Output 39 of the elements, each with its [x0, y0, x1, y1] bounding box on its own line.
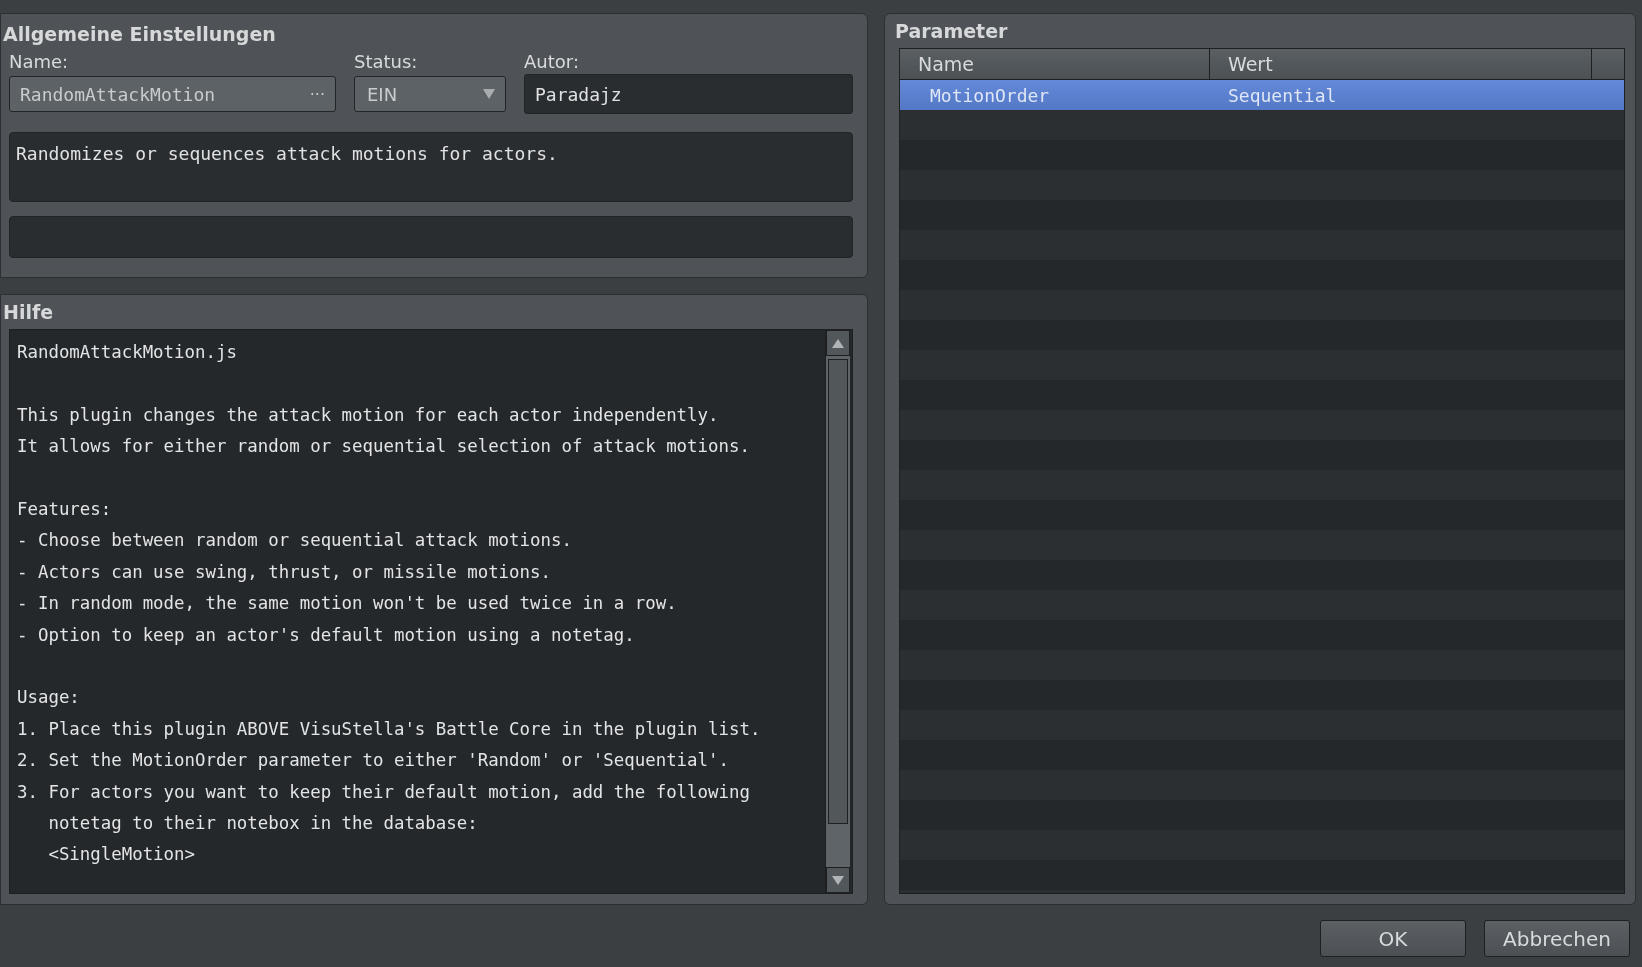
panel-title: Hilfe [2, 301, 55, 325]
panel-title: Allgemeine Einstellungen [2, 23, 277, 47]
description-field[interactable]: Randomizes or sequences attack motions for actors. [9, 132, 853, 202]
table-cell-text: MotionOrder [929, 84, 1051, 106]
help-text-line: 2. Set the MotionOrder parameter to either 'Random' or 'Sequential'. [17, 749, 729, 773]
column-header[interactable]: Wert [1210, 49, 1592, 79]
help-text-line: - Choose between random or sequential attack motions. [17, 529, 572, 553]
ok-button[interactable]: OK [1320, 920, 1466, 957]
cancel-button[interactable]: Abbrechen [1484, 920, 1630, 957]
dropdown-caret-icon [483, 89, 495, 99]
help-text-line: <SingleMotion> [47, 843, 195, 867]
scroll-up-button[interactable] [826, 330, 850, 356]
status-dropdown[interactable]: EIN [354, 76, 506, 112]
help-text-line: 1. Place this plugin ABOVE VisuStella's Battle Core in the plugin list. [17, 717, 761, 741]
down-triangle-icon [832, 875, 844, 885]
field-label: Name: [9, 51, 70, 72]
field-label: Status: [354, 51, 419, 72]
panel-title: Parameter [894, 20, 1009, 44]
help-text-line: - Actors can use swing, thrust, or missile motions. [17, 560, 551, 584]
field-label: Autor: [524, 51, 580, 72]
help-text-line: notetag to their notebox in the database: [47, 812, 478, 836]
table-cell-text: Sequential [1227, 84, 1337, 106]
column-header[interactable]: Name [900, 49, 1210, 79]
help-text-line: This plugin changes the attack motion for each actor independently. [17, 403, 719, 427]
scrollbar-thumb[interactable] [828, 359, 848, 824]
up-triangle-icon [832, 338, 844, 348]
help-text-line: Usage: [17, 686, 80, 710]
name-field[interactable]: RandomAttackMotion ··· [9, 76, 336, 112]
help-text-line: Features: [17, 498, 112, 521]
scroll-down-button[interactable] [826, 867, 850, 893]
help-text-line: It allows for either random or sequential selection of attack motions. [17, 435, 750, 459]
author-field[interactable]: Paradajz [524, 74, 853, 114]
browse-button[interactable]: ··· [309, 84, 325, 104]
text-field[interactable] [9, 216, 853, 258]
help-text-line: - In random mode, the same motion won't be used twice in a row. [17, 592, 677, 616]
help-text-line: RandomAttackMotion.js [17, 341, 237, 364]
help-text-line: - Option to keep an actor's default motion using a notetag. [17, 623, 635, 647]
help-text-line: 3. For actors you want to keep their default motion, add the following [17, 780, 750, 804]
parameter-row[interactable]: MotionOrder Sequential [900, 80, 1624, 110]
